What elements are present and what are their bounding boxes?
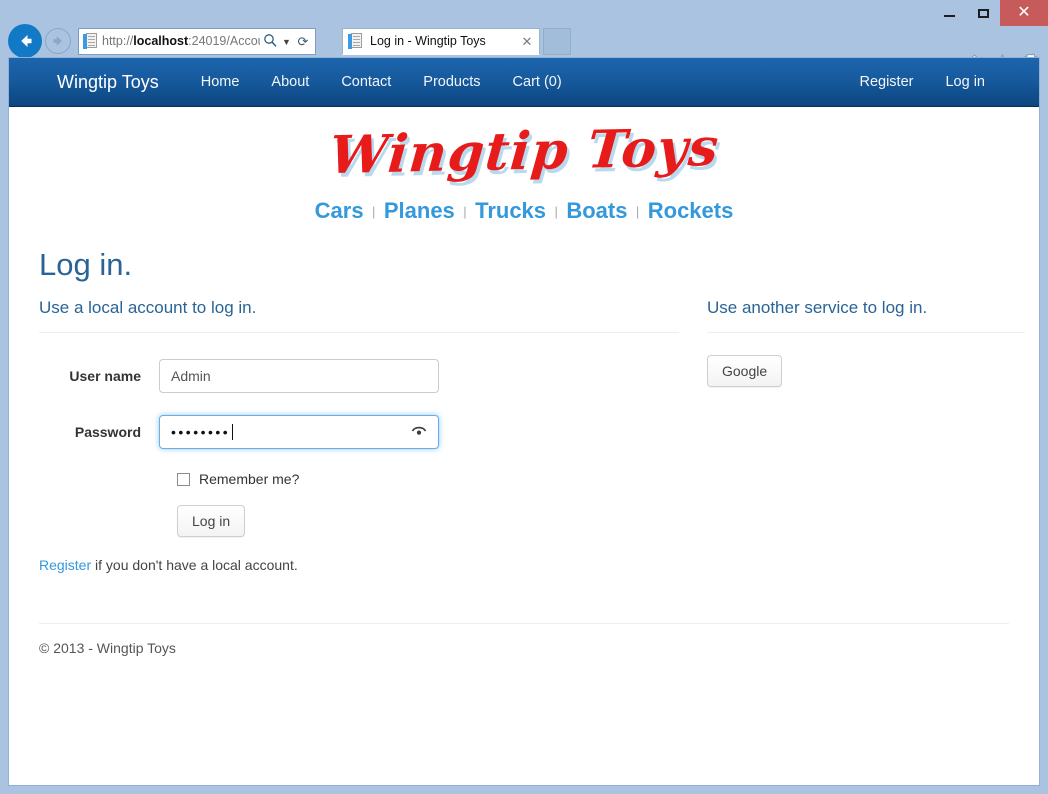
site-logo: Wingtip Toys (9, 107, 1039, 186)
category-separator: | (372, 204, 376, 219)
back-button[interactable] (8, 24, 42, 58)
register-hint: Register if you don't have a local accou… (39, 557, 679, 573)
site-footer: © 2013 - Wingtip Toys (39, 623, 1009, 656)
password-input[interactable]: •••••••• (159, 415, 439, 450)
submit-row: Log in (177, 505, 679, 538)
divider (39, 332, 679, 334)
refresh-icon[interactable]: ⟳ (293, 34, 313, 50)
nav-item-about[interactable]: About (255, 74, 325, 90)
address-bar[interactable]: http://localhost:24019/Account/L ▼ ⟳ (78, 28, 316, 55)
category-link-trucks[interactable]: Trucks (475, 198, 546, 223)
copyright-text: © 2013 - Wingtip Toys (39, 640, 176, 657)
external-login-panel: Use another service to log in. Google (707, 298, 1025, 587)
close-tab-icon[interactable]: ✕ (518, 34, 536, 50)
category-separator: | (635, 204, 640, 219)
magnifier-glyph (264, 34, 277, 47)
minimize-icon (943, 15, 955, 17)
eye-glyph (411, 426, 427, 435)
logo-text: Wingtip Toys (326, 116, 722, 187)
nav-item-login[interactable]: Log in (929, 74, 1001, 90)
primary-nav: Home About Contact Products Cart (0) (185, 74, 578, 90)
local-login-heading: Use a local account to log in. (39, 298, 257, 318)
login-columns: Use a local account to log in. User name… (39, 298, 1025, 587)
username-label: User name (69, 368, 141, 385)
forward-button[interactable] (45, 28, 71, 54)
page-icon (83, 33, 98, 50)
brand-link[interactable]: Wingtip Toys (57, 72, 159, 93)
divider (707, 332, 1025, 334)
category-link-cars[interactable]: Cars (315, 198, 364, 223)
page-title: Log in. (39, 247, 133, 282)
username-row: User name Admin (39, 359, 679, 394)
password-label: Password (74, 424, 141, 441)
local-login-panel: Use a local account to log in. User name… (39, 298, 679, 587)
remember-me-row: Remember me? (177, 471, 679, 487)
account-nav: Register Log in (843, 74, 1001, 90)
username-input[interactable]: Admin (159, 359, 439, 394)
nav-item-register[interactable]: Register (843, 74, 929, 90)
site-navbar: Wingtip Toys Home About Contact Products… (9, 58, 1039, 107)
register-hint-text: if you don't have a local account. (91, 557, 298, 574)
maximize-icon (977, 8, 989, 18)
address-url: http://localhost:24019/Account/L (102, 35, 260, 48)
remember-me-label: Remember me? (199, 471, 300, 488)
category-link-boats[interactable]: Boats (566, 198, 627, 223)
username-value: Admin (171, 368, 211, 385)
reveal-password-icon[interactable] (411, 424, 427, 440)
tab-page-icon (348, 33, 363, 50)
forward-arrow-icon (53, 36, 62, 46)
category-separator: | (554, 204, 558, 219)
remember-me-checkbox[interactable] (177, 472, 190, 486)
password-row: Password •••••••• (39, 415, 679, 450)
browser-toolbar: http://localhost:24019/Account/L ▼ ⟳ Log… (0, 23, 1048, 72)
back-arrow-icon (21, 35, 32, 47)
nav-item-products[interactable]: Products (407, 74, 496, 90)
chevron-down-icon[interactable]: ▼ (280, 37, 293, 47)
tab-title: Log in - Wingtip Toys (370, 35, 486, 48)
password-value: •••••••• (171, 424, 411, 441)
nav-item-cart[interactable]: Cart (0) (497, 74, 578, 90)
register-link[interactable]: Register (39, 557, 91, 573)
login-button[interactable]: Log in (177, 505, 246, 538)
page-viewport: Wingtip Toys Home About Contact Products… (8, 57, 1040, 786)
text-caret (232, 424, 234, 441)
google-login-button[interactable]: Google (707, 355, 783, 388)
browser-window: ✕ http://localhost:24019/Account/L (0, 0, 1048, 794)
new-tab-button[interactable] (543, 28, 571, 55)
main-content: Log in. Use a local account to log in. U… (9, 247, 1039, 656)
category-link-planes[interactable]: Planes (384, 198, 455, 223)
search-icon[interactable] (260, 33, 280, 50)
category-separator: | (463, 204, 467, 219)
external-login-heading: Use another service to log in. (707, 298, 928, 318)
category-link-rockets[interactable]: Rockets (648, 198, 734, 223)
nav-item-home[interactable]: Home (185, 74, 256, 90)
nav-item-contact[interactable]: Contact (325, 74, 407, 90)
category-links: Cars | Planes | Trucks | Boats | Rockets (9, 198, 1039, 224)
browser-tab[interactable]: Log in - Wingtip Toys ✕ (342, 28, 540, 55)
footer-divider (39, 623, 1009, 625)
